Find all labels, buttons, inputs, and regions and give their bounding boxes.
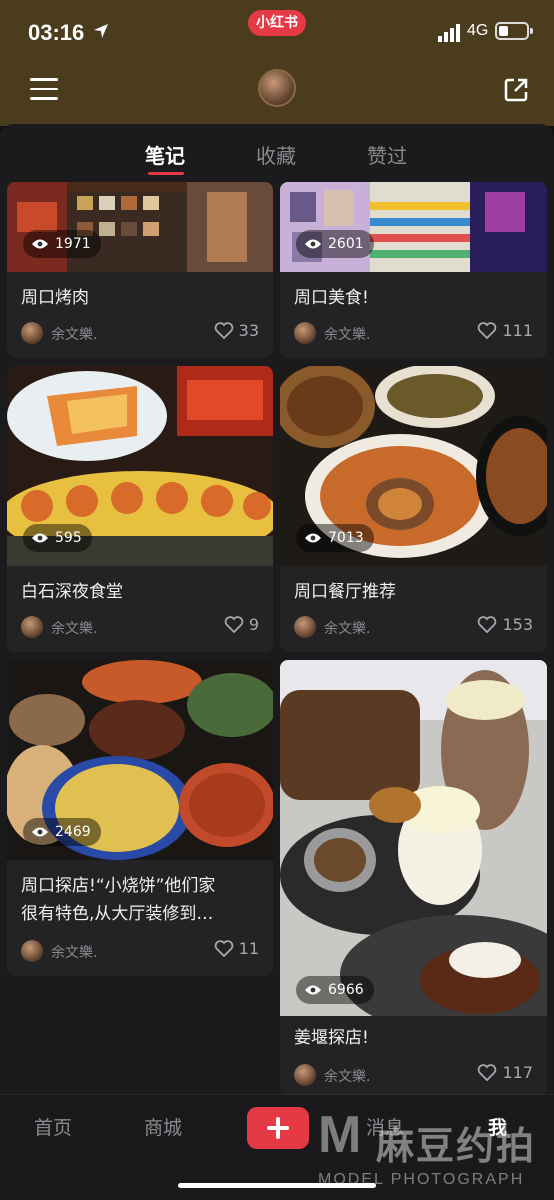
app-badge[interactable]: 小红书 — [248, 10, 306, 36]
nav-mall[interactable]: 商城 — [144, 1113, 182, 1140]
heart-icon[interactable] — [224, 615, 244, 634]
view-count-value: 2469 — [55, 824, 91, 840]
tab-collections[interactable]: 收藏 — [256, 140, 296, 169]
author-name: 余文樂. — [51, 327, 98, 343]
active-tab-indicator — [148, 172, 184, 175]
like-count[interactable]: 9 — [224, 615, 259, 634]
signal-icon — [438, 24, 460, 42]
author-name: 余文樂. — [324, 1069, 371, 1085]
view-count-value: 6966 — [328, 982, 364, 998]
like-count[interactable]: 33 — [214, 321, 259, 340]
note-title: 姜堰探店! — [294, 1028, 369, 1048]
view-count: 6966 — [296, 976, 374, 1004]
tab-bar: 笔记 收藏 赞过 — [0, 124, 554, 182]
note-cover-image — [280, 660, 547, 1016]
like-count-value: 111 — [502, 321, 533, 340]
note-title: 周口美食! — [294, 288, 369, 308]
author-avatar — [21, 616, 43, 638]
view-count: 595 — [23, 524, 92, 552]
like-count-value: 153 — [502, 615, 533, 634]
watermark-logo-icon: M — [318, 1106, 362, 1164]
author-avatar — [21, 940, 43, 962]
menu-icon[interactable] — [30, 78, 58, 102]
tab-liked[interactable]: 赞过 — [367, 140, 407, 169]
content-sheet: 笔记 收藏 赞过 1971 周口烤肉 余文樂. 33 2601 周口美食! 余文… — [0, 124, 554, 1100]
note-card[interactable]: 595 白石深夜食堂 余文樂. 9 — [7, 366, 273, 652]
note-title: 周口探店!“小烧饼”他们家 很有特色,从大厅装修到… — [21, 872, 261, 928]
heart-icon[interactable] — [477, 321, 497, 340]
note-card[interactable]: 2469 周口探店!“小烧饼”他们家 很有特色,从大厅装修到… 余文樂. 11 — [7, 660, 273, 976]
view-count: 7013 — [296, 524, 374, 552]
heart-icon[interactable] — [477, 615, 497, 634]
home-indicator[interactable] — [178, 1183, 376, 1188]
eye-icon — [305, 239, 321, 249]
author-name: 余文樂. — [324, 327, 371, 343]
watermark-text: 麻豆约拍 — [376, 1124, 537, 1168]
note-cover-image — [7, 182, 273, 272]
heart-icon[interactable] — [214, 939, 234, 958]
like-count[interactable]: 111 — [477, 321, 533, 340]
author-name: 余文樂. — [51, 621, 98, 637]
author-avatar — [294, 1064, 316, 1086]
note-title: 周口餐厅推荐 — [294, 582, 396, 602]
note-title: 白石深夜食堂 — [21, 582, 123, 602]
note-cover-image — [280, 182, 547, 272]
eye-icon — [32, 827, 48, 837]
view-count-value: 1971 — [55, 236, 91, 252]
view-count: 2469 — [23, 818, 101, 846]
location-arrow-icon — [94, 24, 108, 38]
tab-notes[interactable]: 笔记 — [145, 140, 185, 169]
like-count[interactable]: 153 — [477, 615, 533, 634]
clock: 03:16 — [28, 20, 85, 45]
like-count[interactable]: 11 — [214, 939, 259, 958]
network-type: 4G — [467, 22, 489, 39]
status-bar: 03:16 小红书 4G — [0, 0, 554, 64]
author-name: 余文樂. — [51, 945, 98, 961]
eye-icon — [32, 239, 48, 249]
note-card[interactable]: 1971 周口烤肉 余文樂. 33 — [7, 182, 273, 358]
publish-button[interactable] — [247, 1107, 309, 1149]
view-count: 2601 — [296, 230, 374, 258]
view-count: 1971 — [23, 230, 101, 258]
share-icon[interactable] — [502, 76, 530, 104]
avatar[interactable] — [258, 69, 296, 107]
note-title: 周口烤肉 — [21, 288, 89, 308]
eye-icon — [305, 985, 321, 995]
like-count-value: 117 — [502, 1063, 533, 1082]
eye-icon — [305, 533, 321, 543]
note-card[interactable]: 2601 周口美食! 余文樂. 111 — [280, 182, 547, 358]
author-avatar — [294, 322, 316, 344]
author-avatar — [294, 616, 316, 638]
battery-level — [499, 26, 508, 36]
heart-icon[interactable] — [214, 321, 234, 340]
bottom-nav: 首页 商城 消息 我 M 麻豆约拍 MODEL PHOTOGRAPH — [0, 1094, 554, 1200]
battery-icon — [495, 22, 533, 40]
like-count-value: 11 — [238, 939, 259, 958]
note-card[interactable]: 6966 姜堰探店! 余文樂. 117 — [280, 660, 547, 1096]
like-count-value: 9 — [248, 615, 259, 634]
view-count-value: 595 — [55, 530, 82, 546]
view-count-value: 7013 — [328, 530, 364, 546]
note-title-line: 很有特色,从大厅装修到… — [21, 904, 214, 924]
note-card[interactable]: 7013 周口餐厅推荐 余文樂. 153 — [280, 366, 547, 652]
eye-icon — [32, 533, 48, 543]
author-avatar — [21, 322, 43, 344]
view-count-value: 2601 — [328, 236, 364, 252]
like-count-value: 33 — [238, 321, 259, 340]
like-count[interactable]: 117 — [477, 1063, 533, 1082]
nav-home[interactable]: 首页 — [34, 1113, 72, 1140]
profile-header — [0, 64, 554, 126]
author-name: 余文樂. — [324, 621, 371, 637]
note-title-line: 周口探店!“小烧饼”他们家 — [21, 876, 216, 896]
heart-icon[interactable] — [477, 1063, 497, 1082]
